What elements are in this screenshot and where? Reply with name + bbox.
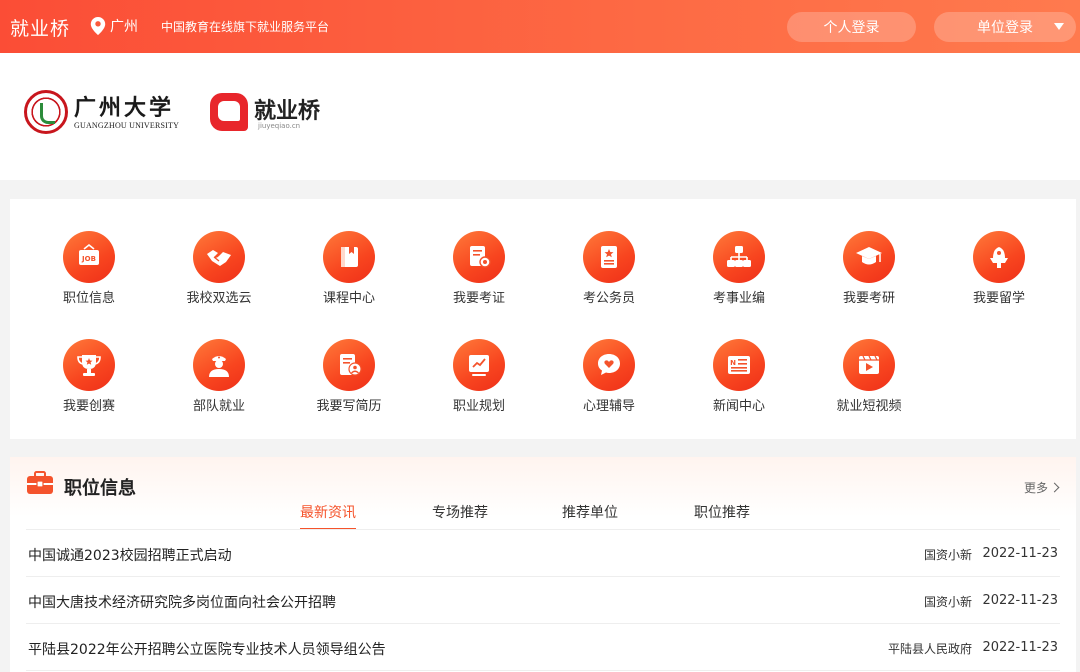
- job-icon: JOB: [79, 243, 99, 265]
- certificate-icon: [470, 246, 491, 268]
- tab-recommended-employers[interactable]: 推荐单位: [562, 502, 618, 522]
- service-label: 考公务员: [582, 291, 635, 306]
- university-name-en: GUANGZHOU UNIVERSITY: [74, 121, 180, 130]
- job-row-date: 2022-11-23: [982, 593, 1058, 608]
- service-news-center[interactable]: N 新闻中心: [684, 307, 794, 414]
- soldier-icon: [209, 356, 229, 377]
- city-label: 广州: [110, 19, 138, 35]
- job-row-date: 2022-11-23: [982, 546, 1058, 561]
- service-grid: JOB 职位信息 我校双选云 课程中心 我要考证 考公务员 考事业编 我要考研 …: [10, 199, 1076, 439]
- org-chart-icon: [727, 246, 751, 267]
- svg-text:N: N: [730, 359, 736, 367]
- job-row[interactable]: 平陆县2022年公开招聘公立医院专业技术人员领导组公告 平陆县人民政府 2022…: [26, 624, 1060, 671]
- trophy-icon: [77, 355, 101, 376]
- job-row-title: 中国诚通2023校园招聘正式启动: [28, 548, 232, 564]
- news-icon: N: [728, 356, 750, 374]
- service-label: 心理辅导: [582, 399, 635, 414]
- graduation-cap-icon: [856, 247, 882, 265]
- job-row-title: 平陆县2022年公开招聘公立医院专业技术人员领导组公告: [28, 642, 386, 658]
- service-label: 我校双选云: [186, 291, 252, 306]
- tab-job-recommend[interactable]: 职位推荐: [694, 502, 750, 522]
- location-pin-icon: [90, 17, 106, 35]
- service-military[interactable]: 部队就业: [164, 307, 274, 414]
- service-label: 我要考证: [452, 291, 505, 306]
- service-label: 我要考研: [842, 291, 895, 306]
- service-label: 我要写简历: [316, 399, 382, 414]
- unit-login-label: 单位登录: [977, 20, 1033, 36]
- service-label: 职位信息: [62, 291, 115, 306]
- job-row-title: 中国大唐技术经济研究院多岗位面向社会公开招聘: [28, 595, 336, 611]
- caret-down-icon: [1054, 23, 1064, 30]
- job-row-source: 国资小新: [923, 595, 972, 609]
- section-title: 职位信息: [64, 478, 136, 499]
- platform-logo-icon: [210, 93, 248, 131]
- more-link[interactable]: 更多: [1023, 479, 1060, 496]
- service-competition[interactable]: 我要创赛: [34, 307, 144, 414]
- chevron-right-icon: [1049, 482, 1060, 493]
- service-short-video[interactable]: 就业短视频: [814, 307, 924, 414]
- service-job-info[interactable]: JOB 职位信息: [34, 199, 144, 306]
- service-counseling[interactable]: 心理辅导: [554, 307, 664, 414]
- personal-login-button[interactable]: 个人登录: [787, 12, 916, 42]
- job-tabs: 最新资讯 专场推荐 推荐单位 职位推荐: [10, 499, 1076, 530]
- tab-latest-news[interactable]: 最新资讯: [300, 502, 356, 530]
- service-label: 部队就业: [192, 399, 245, 414]
- university-emblem-icon: [24, 90, 68, 134]
- job-row-source: 平陆县人民政府: [887, 642, 972, 656]
- job-row[interactable]: 中国大唐技术经济研究院多岗位面向社会公开招聘 国资小新 2022-11-23: [26, 577, 1060, 624]
- handshake-icon: [207, 250, 231, 266]
- service-label: 职业规划: [452, 399, 505, 414]
- platform-name-cn: 就业桥: [254, 99, 321, 124]
- resume-icon: [340, 354, 362, 376]
- chart-board-icon: [469, 355, 489, 376]
- service-civil-service[interactable]: 考公务员: [554, 199, 664, 306]
- book-icon: [341, 247, 358, 267]
- job-row-source: 国资小新: [923, 548, 972, 562]
- university-logo[interactable]: 广州大学 GUANGZHOU UNIVERSITY: [22, 87, 182, 137]
- top-bar: 就业桥 广州 中国教育在线旗下就业服务平台 个人登录 单位登录: [0, 0, 1080, 53]
- svg-text:JOB: JOB: [81, 255, 96, 263]
- job-row-date: 2022-11-23: [982, 640, 1058, 655]
- service-campus-fair[interactable]: 我校双选云: [164, 199, 274, 306]
- civil-service-icon: [601, 246, 617, 268]
- university-name-cn: 广州大学: [74, 95, 175, 121]
- personal-login-label: 个人登录: [823, 20, 880, 36]
- service-label: 就业短视频: [836, 399, 902, 414]
- logo-band: 广州大学 GUANGZHOU UNIVERSITY 就业桥 jiuyeqiao.…: [0, 53, 1080, 180]
- service-resume[interactable]: 我要写简历: [294, 307, 404, 414]
- platform-url: jiuyeqiao.cn: [258, 122, 301, 130]
- service-label: 我要创赛: [62, 399, 115, 414]
- service-course-center[interactable]: 课程中心: [294, 199, 404, 306]
- service-career-planning[interactable]: 职业规划: [424, 307, 534, 414]
- brand-link[interactable]: 就业桥: [10, 14, 70, 41]
- tab-special-recommend[interactable]: 专场推荐: [432, 502, 488, 522]
- unit-login-button[interactable]: 单位登录: [934, 12, 1076, 42]
- briefcase-icon: [27, 471, 53, 494]
- service-postgraduate[interactable]: 我要考研: [814, 199, 924, 306]
- video-icon: [859, 355, 879, 374]
- service-certificate[interactable]: 我要考证: [424, 199, 534, 306]
- more-label: 更多: [1023, 481, 1048, 495]
- service-label: 考事业编: [712, 291, 765, 306]
- service-label: 课程中心: [322, 291, 375, 306]
- job-info-section: 职位信息 更多 最新资讯 专场推荐 推荐单位 职位推荐 中国诚通2023校园招聘…: [10, 457, 1076, 672]
- service-label: 我要留学: [972, 291, 1025, 306]
- service-study-abroad[interactable]: 我要留学: [944, 199, 1054, 306]
- platform-slogan: 中国教育在线旗下就业服务平台: [161, 20, 330, 34]
- service-label: 新闻中心: [712, 399, 765, 414]
- platform-logo[interactable]: 就业桥 jiuyeqiao.cn: [210, 91, 340, 135]
- study-abroad-icon: [990, 247, 1008, 268]
- city-selector[interactable]: 广州: [90, 16, 138, 36]
- service-public-institution[interactable]: 考事业编: [684, 199, 794, 306]
- heart-chat-icon: [598, 354, 620, 375]
- job-row[interactable]: 中国诚通2023校园招聘正式启动 国资小新 2022-11-23: [26, 530, 1060, 577]
